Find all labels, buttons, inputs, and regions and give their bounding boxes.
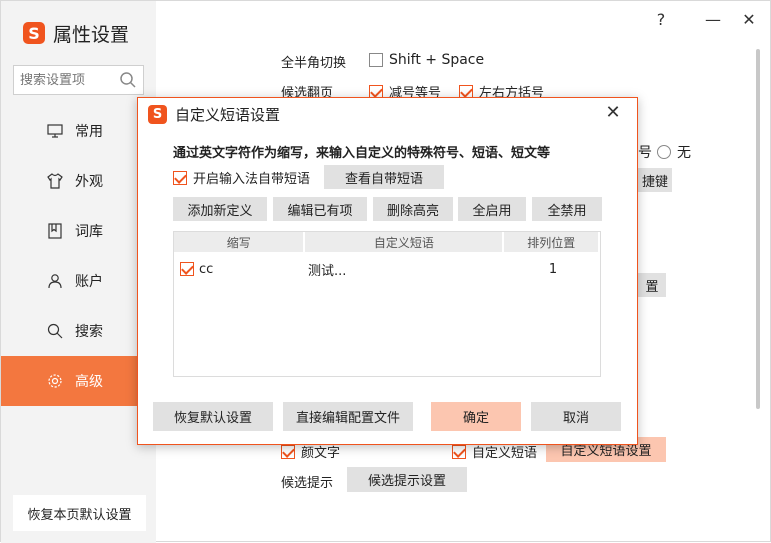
sidebar-item-label: 常用 [75, 124, 103, 140]
custom-phrase-checkbox[interactable] [452, 444, 466, 459]
scrollbar-thumb[interactable] [756, 49, 760, 409]
cancel-button[interactable]: 取消 [531, 402, 621, 431]
scrollbar[interactable] [756, 49, 762, 409]
partial-hao-label: 号 [638, 145, 652, 161]
enable-builtin-option[interactable]: 开启输入法自带短语 [173, 168, 310, 187]
sidebar-item-search[interactable]: 搜索 [1, 306, 156, 356]
book-icon [48, 223, 62, 239]
hint-settings-button[interactable]: 候选提示设置 [347, 467, 467, 492]
sidebar-item-dictionary[interactable]: 词库 [1, 206, 156, 256]
sidebar: S 属性设置 常用 外观 词库 [1, 1, 156, 543]
app-title: S 属性设置 [23, 19, 129, 47]
minimize-icon[interactable]: — [703, 9, 723, 29]
dialog-close-icon[interactable]: ✕ [603, 102, 623, 123]
row-abbr: cc [199, 261, 214, 277]
app-title-text: 属性设置 [53, 23, 130, 46]
help-icon[interactable]: ? [651, 9, 671, 29]
sidebar-item-label: 搜索 [75, 324, 103, 340]
shift-space-option[interactable]: Shift + Space [369, 52, 484, 68]
search-input[interactable] [20, 72, 115, 88]
emoticon-checkbox[interactable] [281, 444, 295, 459]
delete-highlight-button[interactable]: 删除高亮 [373, 197, 453, 221]
dialog-description: 通过英文字符作为缩写，来输入自定义的特殊符号、短语、短文等 [173, 146, 551, 161]
view-builtin-button[interactable]: 查看自带短语 [324, 165, 444, 189]
none-label: 无 [677, 145, 691, 161]
shirt-icon [47, 173, 63, 189]
close-icon[interactable]: ✕ [739, 9, 759, 29]
sidebar-item-label: 账户 [75, 274, 103, 290]
shift-space-label: Shift + Space [389, 52, 485, 68]
disable-all-button[interactable]: 全禁用 [532, 197, 602, 221]
sogou-logo-icon: S [148, 105, 167, 124]
enable-builtin-label: 开启输入法自带短语 [193, 172, 311, 187]
column-header-abbr[interactable]: 缩写 [174, 232, 304, 252]
sidebar-item-general[interactable]: 常用 [1, 106, 156, 156]
sidebar-item-label: 词库 [75, 224, 103, 240]
user-icon [48, 274, 62, 289]
edit-config-file-button[interactable]: 直接编辑配置文件 [283, 402, 413, 431]
edit-item-button[interactable]: 编辑已有项 [273, 197, 367, 221]
table-row[interactable]: cc 测试... 1 [174, 256, 600, 282]
sidebar-item-advanced[interactable]: 高级 [1, 356, 156, 406]
enable-all-button[interactable]: 全启用 [458, 197, 526, 221]
shortcut-button[interactable]: 捷键 [638, 168, 672, 192]
row-phrase: 测试... [308, 263, 347, 279]
phrase-table: 缩写 自定义短语 排列位置 cc 测试... 1 [173, 231, 601, 377]
restore-default-button[interactable]: 恢复默认设置 [153, 402, 273, 431]
table-header: 缩写 自定义短语 排列位置 [174, 232, 600, 252]
sidebar-item-label: 外观 [75, 174, 103, 190]
restore-page-defaults-button[interactable]: 恢复本页默认设置 [13, 495, 146, 531]
row-position: 1 [548, 261, 558, 277]
sogou-logo-icon: S [23, 22, 45, 44]
add-definition-button[interactable]: 添加新定义 [173, 197, 267, 221]
settings-button-partial[interactable]: 置 [638, 273, 666, 297]
search-icon[interactable] [119, 71, 137, 89]
sidebar-item-appearance[interactable]: 外观 [1, 156, 156, 206]
hint-label: 候选提示 [281, 476, 334, 491]
custom-phrase-dialog: S 自定义短语设置 ✕ 通过英文字符作为缩写，来输入自定义的特殊符号、短语、短文… [137, 97, 638, 445]
gear-icon [48, 374, 62, 388]
sidebar-item-account[interactable]: 账户 [1, 256, 156, 306]
dialog-title-text: 自定义短语设置 [175, 106, 281, 124]
ok-button[interactable]: 确定 [431, 402, 521, 431]
none-radio[interactable] [657, 145, 671, 159]
row-enable-checkbox[interactable] [180, 262, 194, 276]
settings-search[interactable] [13, 65, 144, 95]
monitor-icon [47, 124, 63, 138]
fullhalf-label: 全半角切换 [281, 56, 347, 71]
settings-window: S 属性设置 常用 外观 词库 [0, 0, 771, 543]
sidebar-nav: 常用 外观 词库 账户 搜索 高级 [1, 106, 156, 406]
sidebar-item-label: 高级 [75, 374, 103, 390]
row-abbr-cell: cc [174, 262, 306, 277]
column-header-phrase[interactable]: 自定义短语 [305, 232, 503, 252]
dialog-title: S 自定义短语设置 [148, 104, 280, 125]
search-icon [47, 323, 63, 339]
none-option[interactable]: 无 [657, 142, 691, 162]
enable-builtin-checkbox[interactable] [173, 170, 187, 185]
column-header-position[interactable]: 排列位置 [504, 232, 598, 252]
shift-space-checkbox[interactable] [369, 53, 383, 67]
